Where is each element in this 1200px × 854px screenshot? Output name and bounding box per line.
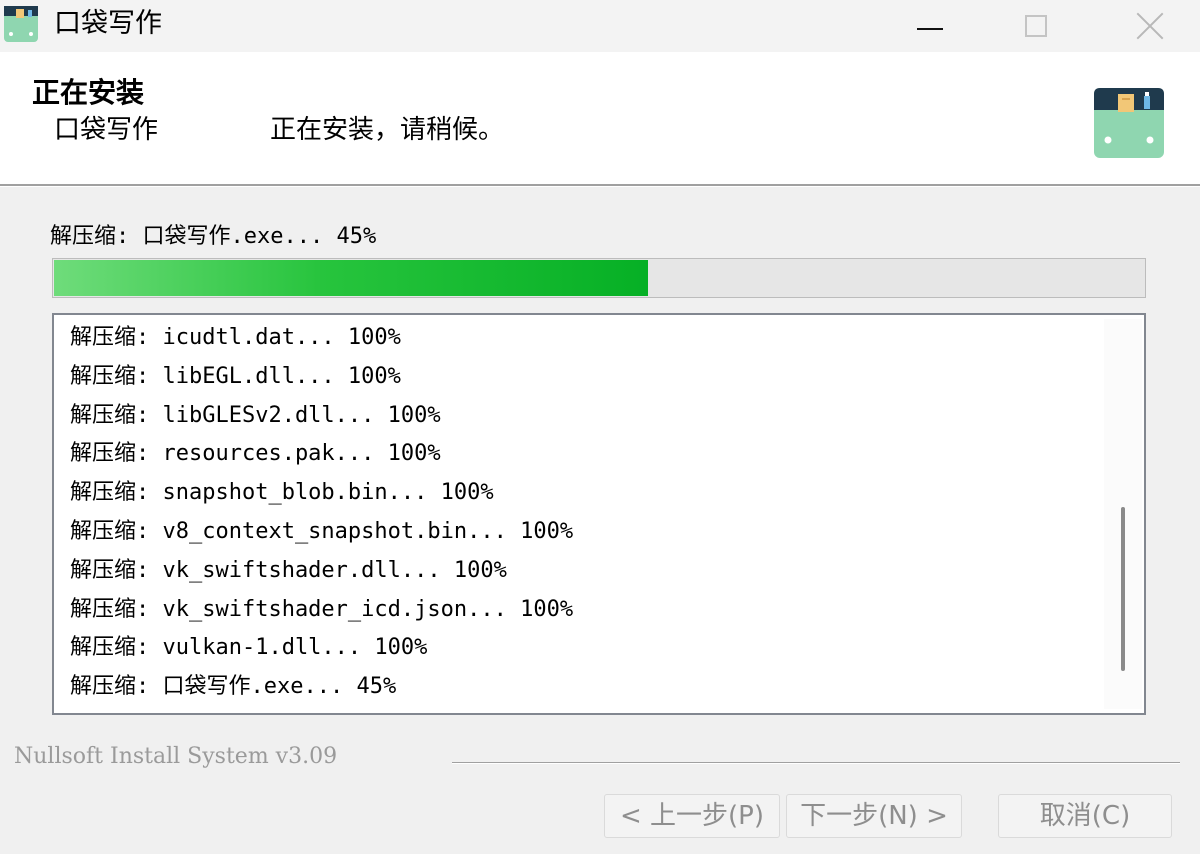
log-item: 解压缩: snapshot_blob.bin... 100% [70, 480, 494, 506]
log-scrollbar[interactable] [1104, 319, 1142, 709]
log-item: 解压缩: vulkan-1.dll... 100% [70, 635, 428, 661]
maximize-button[interactable] [986, 0, 1086, 52]
next-button[interactable]: 下一步(N) > [786, 794, 962, 838]
page-title: 正在安装 [32, 76, 145, 109]
back-button[interactable]: < 上一步(P) [604, 794, 780, 838]
header-panel: 正在安装 口袋写作 正在安装，请稍候。 [0, 52, 1200, 184]
close-icon [1136, 12, 1164, 40]
minimize-icon [917, 28, 943, 30]
log-item: 解压缩: icudtl.dat... 100% [70, 325, 401, 350]
progress-bar [52, 258, 1146, 298]
title-bar: 口袋写作 [0, 0, 1200, 52]
log-item: 解压缩: vk_swiftshader_icd.json... 100% [70, 596, 574, 622]
branding-text: Nullsoft Install System v3.09 [14, 744, 338, 769]
header-subtitle: 正在安装，请稍候。 [270, 115, 505, 145]
header-app-name: 口袋写作 [54, 115, 159, 145]
app-logo-icon [1094, 88, 1164, 158]
status-text: 解压缩: 口袋写作.exe... 45% [50, 224, 377, 249]
log-item: 解压缩: 口袋写作.exe... 45% [70, 674, 397, 700]
cancel-button[interactable]: 取消(C) [998, 794, 1172, 838]
app-icon [4, 6, 38, 42]
header-divider [0, 184, 1200, 187]
branding-divider [452, 762, 1180, 764]
close-button[interactable] [1100, 0, 1200, 52]
window-title: 口袋写作 [54, 8, 162, 39]
maximize-icon [1025, 15, 1047, 37]
log-item: 解压缩: libGLESv2.dll... 100% [70, 402, 441, 428]
minimize-button[interactable] [880, 0, 980, 52]
details-log[interactable]: 解压缩: icudtl.dat... 100% 解压缩: libEGL.dll..… [52, 313, 1146, 715]
log-item: 解压缩: v8_context_snapshot.bin... 100% [70, 518, 574, 544]
log-item: 解压缩: resources.pak... 100% [70, 441, 441, 467]
log-list: 解压缩: icudtl.dat... 100% 解压缩: libEGL.dll..… [70, 319, 573, 707]
progress-fill [54, 260, 648, 296]
scrollbar-thumb[interactable] [1121, 507, 1125, 671]
log-item: 解压缩: vk_swiftshader.dll... 100% [70, 557, 507, 583]
log-item: 解压缩: libEGL.dll... 100% [70, 363, 401, 389]
